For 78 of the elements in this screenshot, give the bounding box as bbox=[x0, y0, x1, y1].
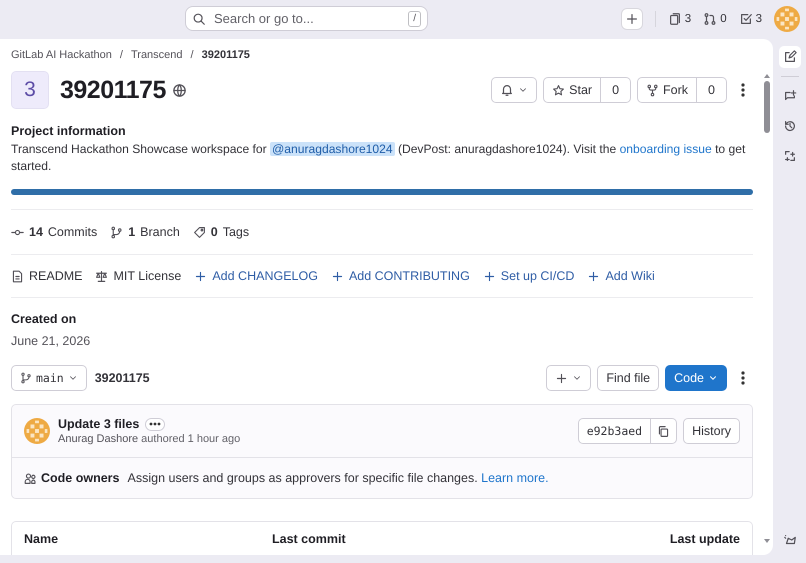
repository-path: 39201175 bbox=[94, 371, 150, 385]
license-link[interactable]: MIT License bbox=[95, 269, 182, 283]
shortcut-key: / bbox=[408, 10, 421, 26]
section-heading: Project information bbox=[11, 124, 127, 138]
section-heading: Created on bbox=[11, 312, 78, 326]
plus-icon bbox=[555, 372, 568, 384]
branch-icon bbox=[20, 372, 32, 384]
branch-dropdown[interactable]: main bbox=[11, 365, 87, 391]
plus-icon bbox=[624, 12, 639, 26]
fork-button[interactable]: Fork bbox=[637, 77, 698, 103]
search-field[interactable]: Search or go to... / bbox=[185, 6, 428, 31]
add-link[interactable]: Add Wiki bbox=[587, 269, 655, 283]
branch-icon bbox=[110, 226, 124, 238]
create-button[interactable] bbox=[620, 8, 643, 30]
tags-link[interactable]: 0 Tags bbox=[192, 225, 250, 239]
project-avatar: 3 bbox=[11, 71, 49, 109]
code-dropdown[interactable]: Code bbox=[665, 365, 727, 391]
author-avatar bbox=[24, 418, 50, 444]
add-link[interactable]: Add CONTRIBUTING bbox=[330, 269, 470, 283]
file-icon bbox=[11, 270, 24, 282]
column-header: Last update bbox=[670, 532, 740, 546]
project-description: Transcend Hackathon Showcase workspace for @anuragdashore1024 (DevPost: anuragdashore1024). Visit the onboarding issue to get started. bbox=[11, 141, 746, 175]
breadcrumb-link[interactable]: GitLab AI Hackathon bbox=[11, 49, 112, 61]
add-link[interactable]: Set up CI/CD bbox=[482, 269, 574, 283]
bell-icon bbox=[500, 83, 514, 97]
code-owners-text: Assign users and groups as approvers for specific file changes. Learn more. bbox=[128, 471, 549, 485]
commits-link[interactable]: 14 Commits bbox=[11, 225, 98, 239]
history-icon[interactable] bbox=[782, 119, 796, 133]
history-button[interactable]: History bbox=[683, 418, 740, 444]
column-header: Last commit bbox=[272, 532, 347, 546]
merge-request-icon bbox=[703, 12, 718, 26]
fork-icon bbox=[646, 84, 660, 96]
author-link[interactable]: Anurag Dashore bbox=[58, 433, 138, 445]
learn-more-link[interactable]: Learn more. bbox=[481, 471, 549, 485]
breadcrumb-link[interactable]: Transcend bbox=[130, 49, 183, 61]
plus-icon bbox=[330, 270, 344, 282]
code-owners-label: Code owners bbox=[41, 471, 120, 485]
expand-description-icon[interactable] bbox=[145, 418, 166, 430]
checkbox-icon bbox=[738, 12, 753, 26]
diff-icon[interactable] bbox=[782, 149, 796, 163]
readme-link[interactable]: README bbox=[11, 269, 82, 283]
commit-title[interactable]: Update 3 files bbox=[58, 417, 140, 431]
find-file-button[interactable]: Find file bbox=[597, 365, 660, 391]
edit-icon[interactable] bbox=[782, 50, 796, 64]
branches-link[interactable]: 1 Branch bbox=[110, 225, 180, 239]
column-header: Name bbox=[24, 532, 60, 546]
project-title: 39201175 bbox=[60, 76, 166, 104]
copy-icon bbox=[668, 12, 682, 26]
created-date: June 21, 2026 bbox=[11, 334, 92, 348]
todo-counter[interactable]: 3 bbox=[738, 12, 762, 26]
star-count[interactable]: 0 bbox=[601, 77, 632, 103]
scrollbar-thumb[interactable] bbox=[764, 81, 770, 133]
commit-sha[interactable]: e92b3aed bbox=[578, 418, 652, 444]
tag-icon bbox=[192, 226, 206, 238]
breadcrumb-separator: / bbox=[190, 49, 194, 61]
fork-count[interactable]: 0 bbox=[697, 77, 727, 103]
plus-icon bbox=[482, 270, 496, 282]
globe-icon bbox=[172, 82, 187, 98]
issue-link[interactable]: onboarding issue bbox=[620, 142, 712, 156]
mention-link[interactable]: @anuragdashore1024 bbox=[270, 142, 395, 156]
add-link[interactable]: Add CHANGELOG bbox=[194, 269, 318, 283]
copy-icon bbox=[657, 424, 670, 438]
search-input[interactable]: Search or go to... bbox=[212, 10, 402, 27]
search-icon bbox=[192, 12, 206, 26]
star-icon bbox=[552, 84, 566, 96]
notification-dropdown[interactable] bbox=[491, 77, 538, 103]
comment-add-icon[interactable] bbox=[782, 89, 796, 103]
users-icon bbox=[24, 472, 37, 484]
commit-meta: Anurag Dashore authored 1 hour ago bbox=[58, 433, 240, 445]
scale-icon bbox=[95, 270, 108, 282]
star-button[interactable]: Star bbox=[543, 77, 602, 103]
breadcrumb-link[interactable]: 39201175 bbox=[202, 49, 250, 61]
breadcrumb-separator: / bbox=[120, 49, 123, 61]
plus-icon bbox=[194, 270, 208, 282]
issues-counter[interactable]: 3 bbox=[668, 12, 692, 26]
merge-requests-counter[interactable]: 0 bbox=[703, 12, 727, 26]
plus-icon bbox=[587, 270, 600, 282]
copy-button[interactable] bbox=[651, 418, 678, 444]
